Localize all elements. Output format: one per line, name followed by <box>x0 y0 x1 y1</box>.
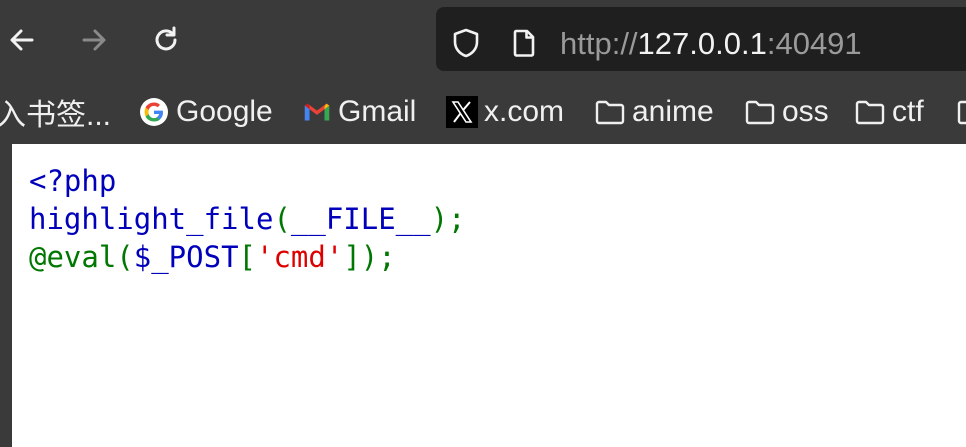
paren-open: ( <box>273 202 291 236</box>
bookmark-label: Google <box>176 95 273 128</box>
shield-icon[interactable] <box>450 27 482 59</box>
bookmarks-bar: 入书签... Google Gmail x.com anime oss ctf <box>0 82 966 144</box>
bookmark-label: Gmail <box>338 95 417 128</box>
code-line-2: highlight_file(__FILE__); <box>29 200 466 238</box>
address-bar[interactable]: http://127.0.0.1:40491 <box>436 7 966 71</box>
back-button[interactable] <box>0 18 44 62</box>
folder-icon <box>854 96 886 128</box>
bookmark-label: oss <box>782 95 829 128</box>
file-constant: __FILE__ <box>290 202 431 236</box>
php-open-tag: <?php <box>29 164 117 198</box>
bookmark-label: anime <box>632 95 714 128</box>
folder-icon <box>956 96 966 128</box>
bracket-close: ]); <box>343 240 396 274</box>
google-icon <box>138 96 170 128</box>
bookmark-folder-oss[interactable]: oss <box>744 92 829 132</box>
bookmark-folder-anime[interactable]: anime <box>594 92 714 132</box>
forward-button[interactable] <box>72 18 116 62</box>
url-host: 127.0.0.1 <box>637 26 767 61</box>
x-icon <box>446 96 478 128</box>
arrow-left-icon <box>10 29 34 51</box>
post-variable: $_POST <box>133 240 239 274</box>
reload-icon <box>155 26 177 51</box>
bracket-open: [ <box>238 240 256 274</box>
url-scheme: http:// <box>560 26 638 61</box>
bookmark-x[interactable]: x.com <box>446 92 564 132</box>
folder-icon <box>744 96 776 128</box>
bookmark-label: ctf <box>892 95 924 128</box>
bookmark-google[interactable]: Google <box>138 92 273 132</box>
folder-icon <box>594 96 626 128</box>
function-name: highlight_file <box>29 202 274 236</box>
php-source-code: <?php highlight_file(__FILE__); @eval($_PO… <box>29 162 466 276</box>
bookmark-gmail[interactable]: Gmail <box>302 92 416 132</box>
code-line-1: <?php <box>29 162 466 200</box>
browser-toolbar: http://127.0.0.1:40491 <box>0 0 966 82</box>
url-text[interactable]: http://127.0.0.1:40491 <box>560 26 862 62</box>
page-content: <?php highlight_file(__FILE__); @eval($_PO… <box>12 144 966 447</box>
reload-button[interactable] <box>144 18 188 62</box>
bookmark-import[interactable]: 入书签... <box>0 92 111 132</box>
url-port: :40491 <box>766 26 862 61</box>
bookmark-label: 入书签... <box>0 99 112 132</box>
gmail-icon <box>302 97 332 127</box>
eval-call: @eval( <box>29 240 134 274</box>
paren-close: ); <box>430 202 466 236</box>
bookmark-label: x.com <box>484 95 565 128</box>
code-line-3: @eval($_POST['cmd']); <box>29 238 466 276</box>
string-key: 'cmd' <box>256 240 344 274</box>
bookmark-folder-overflow[interactable] <box>956 92 966 132</box>
arrow-right-icon <box>82 29 106 51</box>
page-icon[interactable] <box>508 27 540 59</box>
bookmark-folder-ctf[interactable]: ctf <box>854 92 924 132</box>
